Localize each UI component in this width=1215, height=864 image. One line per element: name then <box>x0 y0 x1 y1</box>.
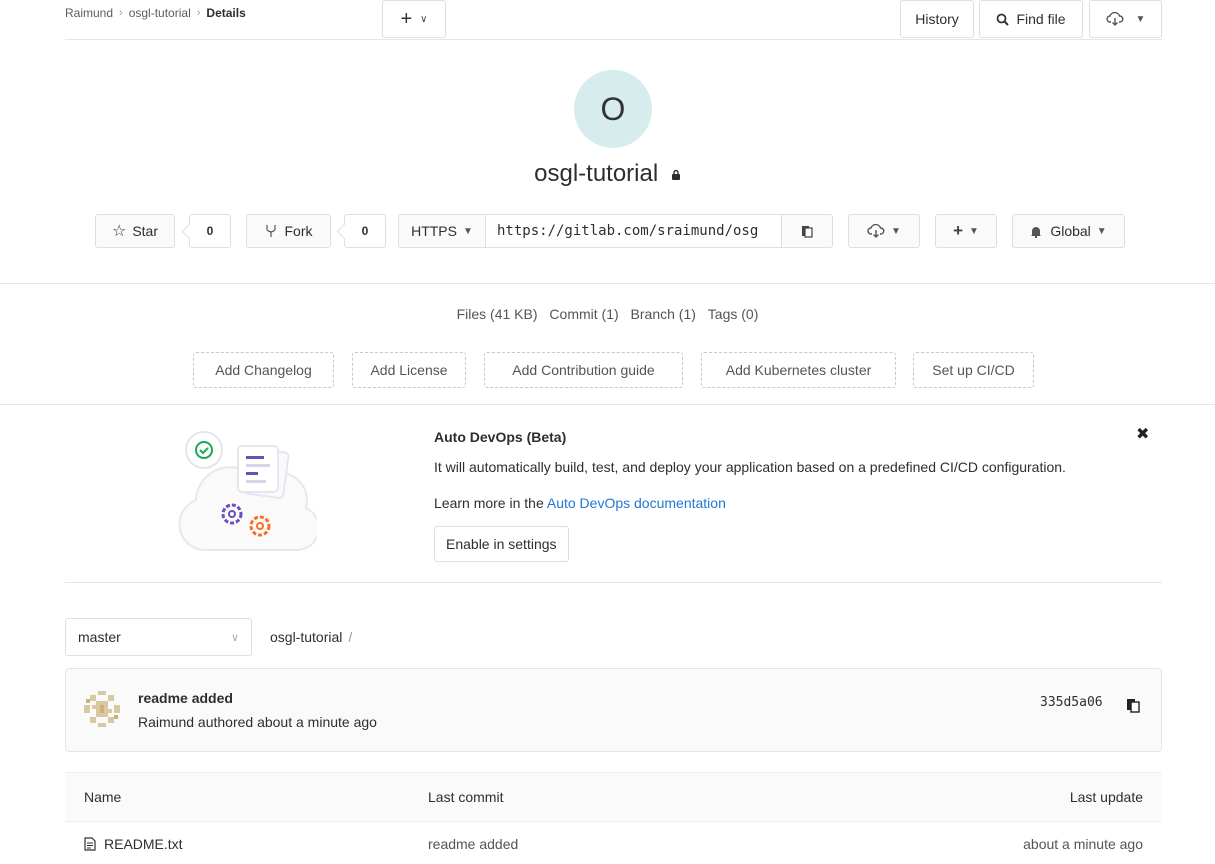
close-icon[interactable]: ✖ <box>1136 424 1149 444</box>
auto-devops-docs-link[interactable]: Auto DevOps documentation <box>547 495 726 511</box>
file-last-update: about a minute ago <box>1023 836 1143 852</box>
download-dropdown[interactable]: ▼ <box>848 214 920 248</box>
setup-ci-cd-button[interactable]: Set up CI/CD <box>913 352 1034 388</box>
stat-commit[interactable]: Commit (1) <box>549 306 618 322</box>
fork-count-value: 0 <box>361 224 369 238</box>
find-file-label: Find file <box>1016 11 1066 27</box>
file-last-commit[interactable]: readme added <box>428 836 518 852</box>
history-label: History <box>915 11 959 27</box>
file-text-icon <box>84 837 96 851</box>
clone-url: https://gitlab.com/sraimund/osg <box>497 223 759 239</box>
clipboard-icon[interactable] <box>1126 697 1140 713</box>
column-name: Name <box>84 789 122 805</box>
new-dropdown[interactable]: + ▼ <box>935 214 997 248</box>
add-license-button[interactable]: Add License <box>352 352 466 388</box>
branch-select[interactable]: master ∨ <box>65 618 252 656</box>
caret-down-icon: ▼ <box>891 225 901 237</box>
fork-count[interactable]: 0 <box>344 214 386 248</box>
notification-dropdown[interactable]: Global ▼ <box>1012 214 1125 248</box>
download-cloud-icon <box>867 224 885 238</box>
find-file-button[interactable]: Find file <box>979 0 1083 38</box>
caret-down-icon: ▼ <box>462 225 473 237</box>
setup-ci-cd-label: Set up CI/CD <box>932 362 1015 378</box>
chevron-down-icon: ∨ <box>230 631 239 644</box>
branch-name: master <box>78 629 121 645</box>
path-separator: / <box>348 629 353 645</box>
add-license-label: Add License <box>370 362 448 378</box>
repo-path-root[interactable]: osgl-tutorial <box>270 629 342 645</box>
fork-icon <box>265 225 276 237</box>
commit-title[interactable]: readme added <box>138 690 233 706</box>
column-last-update: Last update <box>1069 789 1143 805</box>
auto-devops-description: It will automatically build, test, and d… <box>434 459 1066 475</box>
auto-devops-title: Auto DevOps (Beta) <box>434 429 567 445</box>
column-last-commit: Last commit <box>428 789 504 805</box>
chevron-right-icon: › <box>119 7 123 19</box>
breadcrumb-project[interactable]: osgl-tutorial <box>129 6 191 20</box>
star-label: Star <box>132 223 159 239</box>
add-kubernetes-cluster-label: Add Kubernetes cluster <box>725 362 872 378</box>
learn-prefix: Learn more in the <box>434 495 547 511</box>
download-cloud-icon <box>1105 12 1123 26</box>
notification-label: Global <box>1050 223 1091 239</box>
lock-icon <box>671 169 680 180</box>
copy-url-button[interactable] <box>781 214 833 248</box>
stat-tags[interactable]: Tags (0) <box>708 306 759 322</box>
bell-icon <box>1031 226 1042 238</box>
divider <box>0 404 1215 405</box>
breadcrumb-current[interactable]: Details <box>206 6 245 20</box>
search-icon <box>997 13 1010 26</box>
chevron-right-icon: › <box>196 7 201 19</box>
divider <box>0 283 1215 284</box>
file-table-header <box>65 772 1162 822</box>
plus-icon: + <box>400 7 413 30</box>
divider <box>65 582 1162 583</box>
auto-devops-illustration <box>178 431 317 551</box>
clipboard-icon <box>802 226 813 238</box>
divider <box>65 39 1162 40</box>
breadcrumb-owner[interactable]: Raimund <box>65 6 113 20</box>
commit-sha[interactable]: 335d5a06 <box>1040 695 1103 710</box>
last-commit-panel <box>65 668 1162 752</box>
caret-down-icon: ▼ <box>1096 225 1107 237</box>
add-contribution-guide-button[interactable]: Add Contribution guide <box>484 352 683 388</box>
star-count[interactable]: 0 <box>189 214 231 248</box>
file-name[interactable]: README.txt <box>104 836 183 852</box>
protocol-label: HTTPS <box>411 223 457 239</box>
enable-in-settings-button[interactable]: Enable in settings <box>434 526 569 562</box>
stat-files[interactable]: Files (41 KB) <box>457 306 538 322</box>
add-changelog-label: Add Changelog <box>215 362 312 378</box>
star-button[interactable]: ☆ Star <box>95 214 175 248</box>
fork-button[interactable]: Fork <box>246 214 331 248</box>
protocol-dropdown[interactable]: HTTPS ▼ <box>398 214 486 248</box>
caret-down-icon: ▼ <box>969 225 979 237</box>
project-name: osgl-tutorial <box>534 160 659 187</box>
avatar-letter: O <box>600 90 626 127</box>
commit-meta: Raimund authored about a minute ago <box>138 714 377 730</box>
chevron-down-icon: ∨ <box>420 13 428 25</box>
history-button[interactable]: History <box>900 0 974 38</box>
download-repo-dropdown[interactable]: ▼ <box>1089 0 1162 38</box>
clone-url-input[interactable]: https://gitlab.com/sraimund/osg <box>485 214 782 248</box>
caret-down-icon: ▼ <box>1135 13 1146 25</box>
add-to-tree-dropdown[interactable]: + ∨ <box>382 0 446 38</box>
table-row[interactable]: README.txt <box>84 836 183 852</box>
project-stats: Files (41 KB) Commit (1) Branch (1) Tags… <box>0 306 1215 322</box>
project-title: osgl-tutorial <box>0 160 1215 188</box>
plus-icon: + <box>953 221 964 240</box>
breadcrumb: Raimund › osgl-tutorial › Details <box>65 6 246 20</box>
add-kubernetes-cluster-button[interactable]: Add Kubernetes cluster <box>701 352 896 388</box>
add-contribution-guide-label: Add Contribution guide <box>512 362 655 378</box>
project-avatar: O <box>574 70 652 148</box>
user-avatar[interactable] <box>82 689 122 729</box>
fork-label: Fork <box>284 223 313 239</box>
add-changelog-button[interactable]: Add Changelog <box>193 352 334 388</box>
repo-path: osgl-tutorial / <box>270 629 352 645</box>
auto-devops-learn-more: Learn more in the Auto DevOps documentat… <box>434 495 726 511</box>
star-count-value: 0 <box>206 224 214 238</box>
star-icon: ☆ <box>111 223 127 240</box>
stat-branch[interactable]: Branch (1) <box>631 306 696 322</box>
